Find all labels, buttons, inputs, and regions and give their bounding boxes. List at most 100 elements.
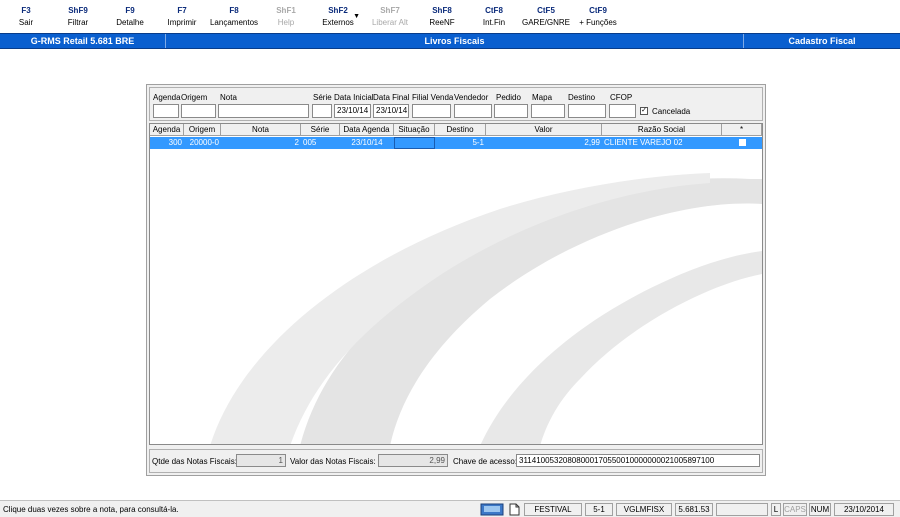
serie-input[interactable] bbox=[312, 104, 332, 118]
serie-label: Série bbox=[313, 93, 332, 102]
toolbar: F3 Sair ShF9 Filtrar F9 Detalhe F7 Imprimir F8 La… bbox=[0, 0, 900, 33]
row-checkbox[interactable] bbox=[738, 139, 746, 147]
int-fin-button-key: CtF8 bbox=[485, 6, 503, 15]
cell-situacao[interactable] bbox=[394, 137, 435, 149]
section-title: Cadastro Fiscal bbox=[743, 34, 900, 48]
background-watermark bbox=[210, 173, 762, 444]
status-caps: CAPS bbox=[783, 503, 807, 516]
detalhe-button[interactable]: F9 Detalhe bbox=[104, 0, 156, 33]
origem-input[interactable] bbox=[181, 104, 216, 118]
imprimir-button-label: Imprimir bbox=[167, 18, 197, 27]
origem-label: Origem bbox=[181, 93, 208, 102]
column-header-2[interactable]: Nota bbox=[221, 124, 301, 136]
nota-label: Nota bbox=[220, 93, 237, 102]
document-icon[interactable] bbox=[507, 503, 521, 516]
gare-gnre-button[interactable]: CtF5 GARE/GNRE bbox=[520, 0, 572, 33]
lancamentos-button[interactable]: F8 Lançamentos bbox=[208, 0, 260, 33]
column-header-1[interactable]: Origem bbox=[184, 124, 221, 136]
cell-nota: 2 bbox=[294, 138, 299, 147]
detalhe-button-key: F9 bbox=[125, 6, 135, 15]
status-filial: 5-1 bbox=[585, 503, 613, 516]
qtde-label: Qtde das Notas Fiscais: bbox=[152, 457, 237, 466]
sair-button[interactable]: F3 Sair bbox=[0, 0, 52, 33]
reenf-button-label: ReeNF bbox=[429, 18, 455, 27]
data-final-input[interactable]: 23/10/14 bbox=[373, 104, 409, 118]
imprimir-button[interactable]: F7 Imprimir bbox=[156, 0, 208, 33]
chevron-down-icon[interactable]: ▼ bbox=[353, 13, 360, 20]
grid-header: Agenda Origem Nota Série Data Agenda Situação… bbox=[150, 124, 762, 136]
status-version: 5.681.53 bbox=[675, 503, 713, 516]
liberar-alt-button-key: ShF7 bbox=[380, 6, 400, 15]
detalhe-button-label: Detalhe bbox=[116, 18, 144, 27]
int-fin-button-label: Int.Fin bbox=[482, 18, 506, 27]
app-name: G-RMS Retail 5.681 BRE bbox=[0, 34, 166, 48]
cell-select[interactable] bbox=[722, 137, 762, 149]
cell-razao-social: CLIENTE VAREJO 02 bbox=[604, 138, 683, 147]
column-header-6[interactable]: Destino bbox=[435, 124, 486, 136]
mapa-label: Mapa bbox=[532, 93, 553, 102]
mapa-input[interactable] bbox=[531, 104, 565, 118]
status-user: FESTIVAL bbox=[524, 503, 582, 516]
cell-valor: 2,99 bbox=[584, 138, 600, 147]
column-header-8[interactable]: Razão Social bbox=[602, 124, 722, 136]
vendedor-label: Vendedor bbox=[454, 93, 489, 102]
mais-funcoes-button-key: CtF9 bbox=[589, 6, 607, 15]
column-header-9[interactable]: * bbox=[722, 124, 762, 136]
cancelada-label: Cancelada bbox=[652, 107, 691, 116]
column-header-5[interactable]: Situação bbox=[394, 124, 435, 136]
destino-input[interactable] bbox=[568, 104, 606, 118]
column-header-7[interactable]: Valor bbox=[486, 124, 602, 136]
liberar-alt-button[interactable]: ShF7 Liberar Alt bbox=[364, 0, 416, 33]
page-title: Livros Fiscais bbox=[424, 36, 485, 46]
pedido-label: Pedido bbox=[496, 93, 521, 102]
filtrar-button[interactable]: ShF9 Filtrar bbox=[52, 0, 104, 33]
cell-origem: 20000-0 bbox=[189, 138, 219, 147]
data-inicial-label: Data Inicial bbox=[334, 93, 374, 102]
sair-button-key: F3 bbox=[21, 6, 31, 15]
chave-acesso-input[interactable]: 3114100532080800017055001000000002100589… bbox=[516, 454, 760, 467]
nota-input[interactable] bbox=[218, 104, 309, 118]
chave-label: Chave de acesso: bbox=[453, 457, 518, 466]
filtrar-button-label: Filtrar bbox=[67, 18, 89, 27]
cancelada-checkbox[interactable]: ✓ bbox=[640, 107, 648, 115]
reenf-button-key: ShF8 bbox=[432, 6, 452, 15]
column-header-4[interactable]: Data Agenda bbox=[340, 124, 394, 136]
cell-serie: 005 bbox=[303, 138, 317, 147]
sair-button-label: Sair bbox=[18, 18, 34, 27]
cell-destino: 5-1 bbox=[472, 138, 484, 147]
column-header-3[interactable]: Série bbox=[301, 124, 340, 136]
title-bar: G-RMS Retail 5.681 BRE Livros Fiscais Ca… bbox=[0, 33, 900, 49]
gare-gnre-button-key: CtF5 bbox=[537, 6, 555, 15]
agenda-input[interactable] bbox=[153, 104, 179, 118]
data-final-label: Data Final bbox=[373, 93, 410, 102]
int-fin-button[interactable]: CtF8 Int.Fin bbox=[468, 0, 520, 33]
vendedor-input[interactable] bbox=[454, 104, 492, 118]
help-button[interactable]: ShF1 Help bbox=[260, 0, 312, 33]
mais-funcoes-button-label: + Funções bbox=[579, 18, 617, 27]
monitor-icon[interactable] bbox=[480, 503, 504, 516]
mais-funcoes-button[interactable]: CtF9 + Funções bbox=[572, 0, 624, 33]
cfop-input[interactable] bbox=[609, 104, 636, 118]
status-date: 23/10/2014 bbox=[834, 503, 894, 516]
cell-data-agenda: 23/10/14 bbox=[351, 138, 383, 147]
lancamentos-button-label: Lançamentos bbox=[209, 18, 259, 27]
notas-grid[interactable]: Agenda Origem Nota Série Data Agenda Situação… bbox=[149, 123, 763, 445]
table-row[interactable]: 300 20000-0 2 005 23/10/14 5-1 2,99 CLIE… bbox=[150, 137, 762, 149]
destino-label: Destino bbox=[568, 93, 596, 102]
lancamentos-button-key: F8 bbox=[229, 6, 239, 15]
filter-area: Agenda Origem Nota Série Data Inicial 23… bbox=[149, 87, 763, 121]
pedido-input[interactable] bbox=[494, 104, 528, 118]
filial-venda-input[interactable] bbox=[412, 104, 451, 118]
totals-bar: Qtde das Notas Fiscais: 1 Valor das Nota… bbox=[149, 449, 763, 473]
status-bar: Clique duas vezes sobre a nota, para con… bbox=[0, 500, 900, 517]
filtrar-button-key: ShF9 bbox=[68, 6, 88, 15]
qtde-value: 1 bbox=[236, 454, 286, 467]
cell-agenda: 300 bbox=[168, 138, 182, 147]
agenda-label: Agenda bbox=[153, 93, 181, 102]
data-inicial-input[interactable]: 23/10/14 bbox=[334, 104, 371, 118]
externos-button[interactable]: ShF2 Externos ▼ bbox=[312, 0, 364, 33]
status-message: Clique duas vezes sobre a nota, para con… bbox=[3, 505, 179, 514]
column-header-0[interactable]: Agenda bbox=[150, 124, 184, 136]
status-num: NUM bbox=[809, 503, 831, 516]
reenf-button[interactable]: ShF8 ReeNF bbox=[416, 0, 468, 33]
